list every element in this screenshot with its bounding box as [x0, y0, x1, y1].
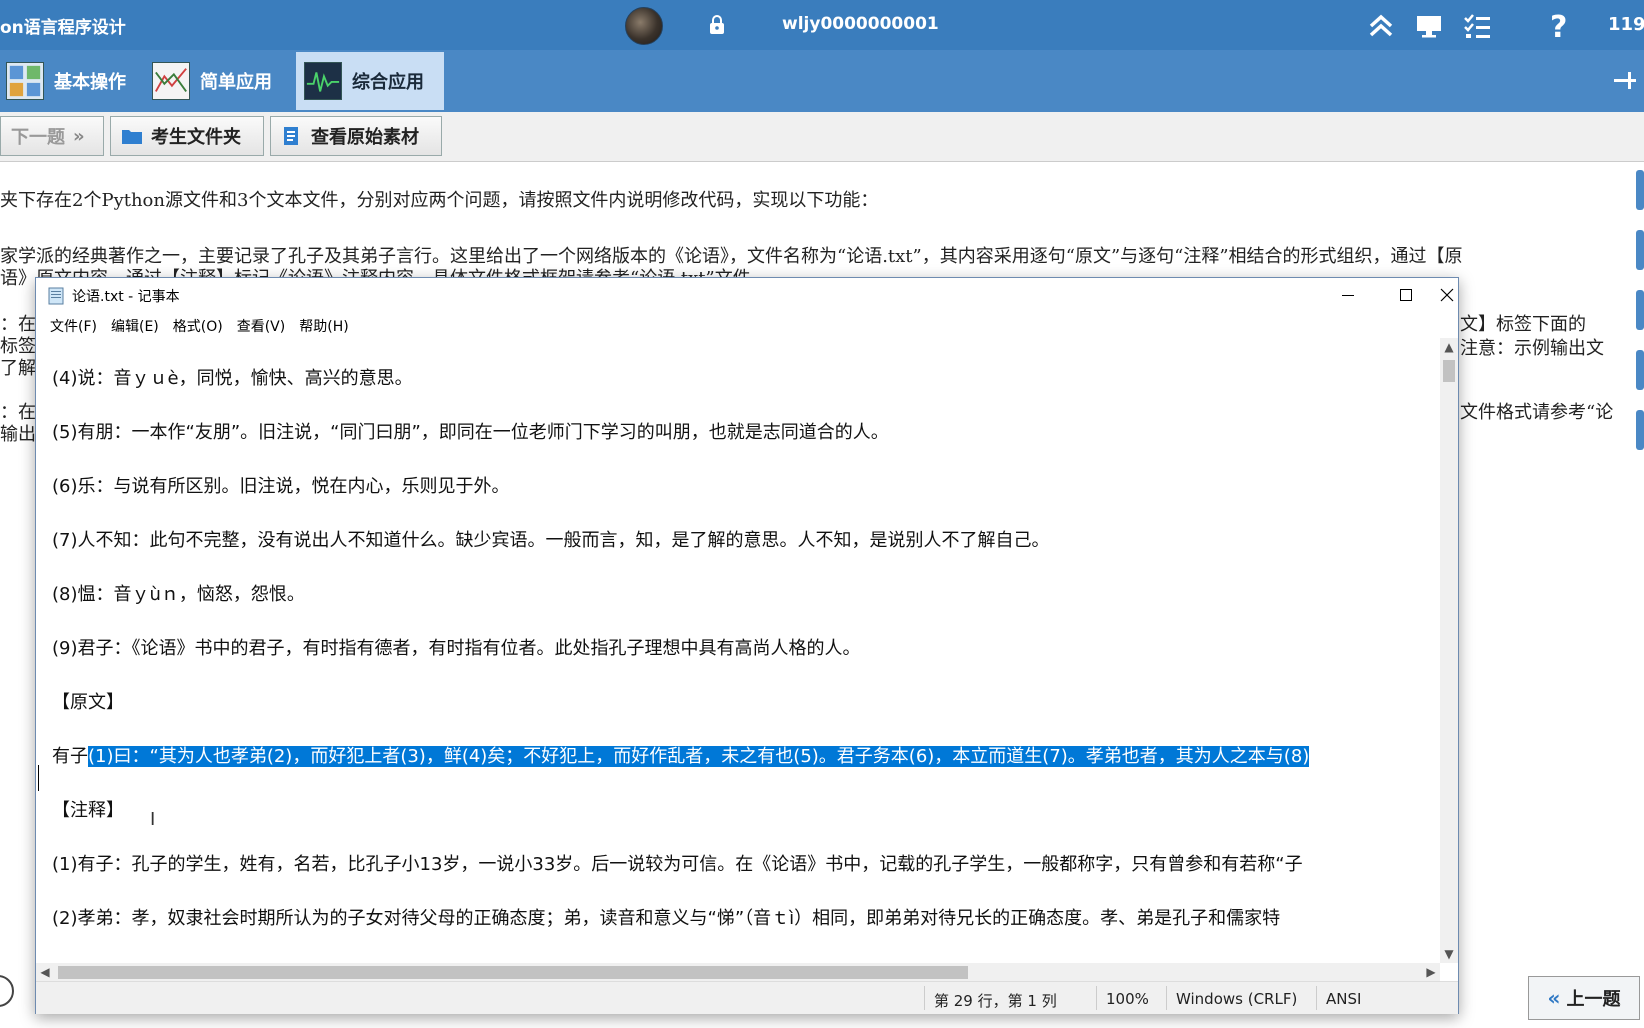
next-question-label: 下一题	[11, 127, 65, 148]
text-line: 【注释】	[52, 800, 124, 821]
lock-icon	[710, 15, 724, 34]
view-material-button[interactable]: 查看原始素材	[270, 116, 442, 156]
document-icon	[284, 127, 298, 145]
pin-icon[interactable]	[1612, 68, 1638, 94]
scroll-up-icon[interactable]: ▲	[1440, 338, 1458, 356]
text-line: (4)说：音ｙｕè，同悦，愉快、高兴的意思。	[52, 368, 413, 389]
previous-question-label: 上一题	[1566, 989, 1621, 1010]
tab-basic-operations[interactable]: 基本操作	[4, 52, 144, 110]
zoom-level: 100%	[1106, 990, 1149, 1008]
ibeam-cursor-icon: I	[150, 809, 156, 830]
text-line: 【原文】	[52, 692, 124, 713]
next-question-button[interactable]: 下一题 »	[0, 116, 104, 156]
notepad-menu-bar: 文件(F) 编辑(E) 格式(O) 查看(V) 帮助(H)	[36, 312, 1458, 338]
line-chart-icon	[152, 62, 190, 100]
question-line: 夹下存在2个Python源文件和3个文本文件，分别对应两个问题，请按照文件内说明…	[0, 190, 879, 211]
question-line-fragment: 文件格式请参考“论	[1460, 402, 1614, 423]
line-ending: Windows (CRLF)	[1176, 990, 1298, 1008]
tab-label: 基本操作	[54, 72, 126, 93]
tab-comprehensive-apps[interactable]: 综合应用	[296, 52, 444, 110]
folder-icon	[122, 130, 142, 144]
menu-view[interactable]: 查看(V)	[231, 312, 292, 338]
counter: 119	[1608, 14, 1644, 35]
maximize-icon	[1400, 289, 1412, 301]
question-line: 了解	[0, 358, 36, 379]
scroll-down-icon[interactable]: ▼	[1440, 945, 1458, 963]
notepad-title-bar[interactable]: 论语.txt - 记事本	[36, 278, 1458, 312]
double-chevron-right-icon: »	[73, 125, 85, 147]
tab-label: 简单应用	[200, 72, 272, 93]
text-line: (2)孝弟：孝，奴隶社会时期所认为的子女对待父母的正确态度；弟，读音和意义与“悌…	[52, 908, 1281, 929]
notepad-status-bar: 第 29 行，第 1 列 100% Windows (CRLF) ANSI	[36, 981, 1458, 1014]
examinee-folder-label: 考生文件夹	[151, 127, 241, 148]
avatar	[625, 7, 663, 45]
right-rail	[1636, 150, 1644, 450]
close-icon	[1440, 288, 1454, 302]
text-line: (8)愠：音ｙùｎ，恼怒，怨恨。	[52, 584, 305, 605]
tab-simple-apps[interactable]: 简单应用	[150, 52, 290, 110]
svg-text:?: ?	[1550, 10, 1567, 42]
question-line-fragment: 文】标签下面的	[1460, 314, 1586, 335]
text-selection: (1)曰：“其为人也孝弟(2)，而好犯上者(3)，鲜(4)矣；不好犯上，而好作乱…	[88, 746, 1310, 767]
close-button[interactable]	[1435, 278, 1459, 312]
menu-format[interactable]: 格式(O)	[167, 312, 229, 338]
vertical-scrollbar[interactable]: ▲ ▼	[1440, 338, 1458, 963]
horizontal-scroll-thumb[interactable]	[58, 966, 968, 979]
maximize-button[interactable]	[1377, 278, 1435, 312]
monitor-icon[interactable]	[1413, 10, 1445, 42]
question-toolbar: 下一题 » 考生文件夹 查看原始素材	[0, 112, 1644, 162]
text-prefix: 有子	[52, 746, 88, 767]
menu-help[interactable]: 帮助(H)	[293, 312, 354, 338]
menu-file[interactable]: 文件(F)	[44, 312, 103, 338]
minimize-button[interactable]	[1319, 278, 1377, 312]
cursor-position: 第 29 行，第 1 列	[934, 992, 1057, 1010]
help-icon[interactable]: ?	[1544, 10, 1576, 42]
previous-question-button[interactable]: « 上一题	[1528, 976, 1640, 1020]
scroll-left-icon[interactable]: ◀	[36, 963, 54, 981]
text-line: (7)人不知：此句不完整，没有说出人不知道什么。缺少宾语。一般而言，知，是了解的…	[52, 530, 1050, 551]
text-line: (6)乐：与说有所区别。旧注说，悦在内心，乐则见于外。	[52, 476, 510, 497]
selected-text-line: 有子(1)曰：“其为人也孝弟(2)，而好犯上者(3)，鲜(4)矣；不好犯上，而好…	[52, 742, 1310, 768]
notepad-icon	[48, 287, 64, 305]
text-line: (9)君子：《论语》书中的君子，有时指有德者，有时指有位者。此处指孔子理想中具有…	[52, 638, 861, 659]
text-caret	[38, 765, 39, 791]
user-id: wljy0000000001	[782, 14, 939, 34]
text-line: (5)有朋：一本作“友朋”。旧注说，“同门曰朋”，即同在一位老师门下学习的叫朋，…	[52, 422, 889, 443]
grid-icon	[6, 62, 44, 100]
examinee-folder-button[interactable]: 考生文件夹	[110, 116, 264, 156]
horizontal-scrollbar[interactable]: ◀ ▶	[36, 963, 1440, 981]
text-line: (1)有子：孔子的学生，姓有，名若，比孔子小13岁，一说小33岁。后一说较为可信…	[52, 854, 1303, 875]
encoding: ANSI	[1326, 990, 1362, 1008]
view-material-label: 查看原始素材	[311, 127, 419, 148]
app-title: on语言程序设计	[0, 18, 126, 38]
window-title: 论语.txt - 记事本	[72, 289, 180, 305]
menu-edit[interactable]: 编辑(E)	[105, 312, 165, 338]
question-line-fragment: 注意：示例输出文	[1460, 338, 1604, 359]
checklist-icon[interactable]	[1461, 10, 1493, 42]
category-tab-bar: 基本操作 简单应用 综合应用	[0, 50, 1644, 112]
scroll-right-icon[interactable]: ▶	[1422, 963, 1440, 981]
double-chevron-left-icon: «	[1547, 986, 1561, 1010]
oscilloscope-icon	[304, 62, 342, 100]
minimize-icon	[1342, 295, 1354, 296]
exam-top-bar: on语言程序设计 wljy0000000001 ? 119	[0, 0, 1644, 50]
vertical-scroll-thumb[interactable]	[1443, 360, 1455, 382]
tab-label: 综合应用	[352, 72, 424, 93]
collapse-up-icon[interactable]	[1365, 10, 1397, 42]
question-line: 输出	[0, 424, 36, 445]
notepad-window: 论语.txt - 记事本 文件(F) 编辑(E) 格式(O) 查看(V) 帮助(…	[35, 277, 1459, 1014]
notepad-text-area[interactable]: (4)说：音ｙｕè，同悦，愉快、高兴的意思。 (5)有朋：一本作“友朋”。旧注说…	[36, 338, 1440, 963]
